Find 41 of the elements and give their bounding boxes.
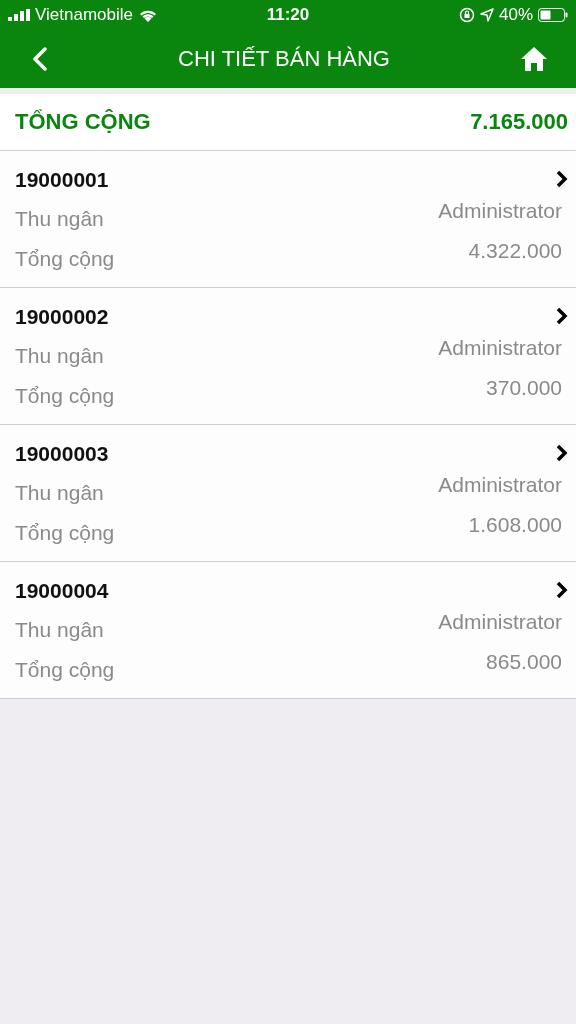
cashier-name: Administrator (438, 610, 563, 635)
cashier-name: Administrator (438, 473, 563, 498)
clock-time: 11:20 (266, 5, 310, 24)
order-total-amount: 865.000 (485, 650, 563, 675)
order-row[interactable]: 19000003 Thu ngân Administrator Tổng cộng 1.608.000 (0, 425, 576, 562)
order-total-amount: 4.322.000 (467, 239, 563, 264)
cashier-label: Thu ngân (15, 617, 105, 643)
location-arrow-icon (479, 8, 494, 22)
cashier-name: Administrator (438, 336, 563, 361)
order-total-amount: 1.608.000 (467, 513, 563, 538)
battery-percent: 40% (498, 5, 533, 25)
order-row[interactable]: 19000001 Thu ngân Administrator Tổng cộng 4.322.000 (0, 151, 576, 288)
back-icon[interactable] (32, 47, 48, 71)
chevron-right-icon (556, 307, 568, 325)
chevron-right-icon (556, 581, 568, 599)
order-total-label: Tổng cộng (15, 383, 116, 409)
home-icon[interactable] (520, 46, 548, 72)
carrier-name: Vietnamobile (35, 5, 133, 25)
wifi-icon (138, 8, 158, 22)
order-number: 19000003 (15, 441, 110, 467)
order-number: 19000002 (15, 304, 110, 330)
chevron-right-icon (556, 444, 568, 462)
signal-icon (8, 9, 30, 21)
chevron-right-icon (556, 170, 568, 188)
battery-icon (538, 8, 568, 22)
order-number: 19000001 (15, 167, 110, 193)
order-row[interactable]: 19000002 Thu ngân Administrator Tổng cộng 370.000 (0, 288, 576, 425)
cashier-label: Thu ngân (15, 343, 105, 369)
order-total-label: Tổng cộng (15, 657, 116, 683)
order-total-label: Tổng cộng (15, 520, 116, 546)
total-amount: 7.165.000 (470, 109, 568, 135)
screen-title: CHI TIẾT BÁN HÀNG (178, 46, 390, 72)
order-total-amount: 370.000 (485, 376, 563, 401)
cashier-name: Administrator (438, 199, 563, 224)
total-label: TỔNG CỘNG (15, 109, 151, 135)
order-number: 19000004 (15, 578, 110, 604)
cashier-label: Thu ngân (15, 480, 105, 506)
order-row[interactable]: 19000004 Thu ngân Administrator Tổng cộng 865.000 (0, 562, 576, 699)
rotation-lock-icon (458, 7, 475, 23)
cashier-label: Thu ngân (15, 206, 105, 232)
order-total-label: Tổng cộng (15, 246, 116, 272)
